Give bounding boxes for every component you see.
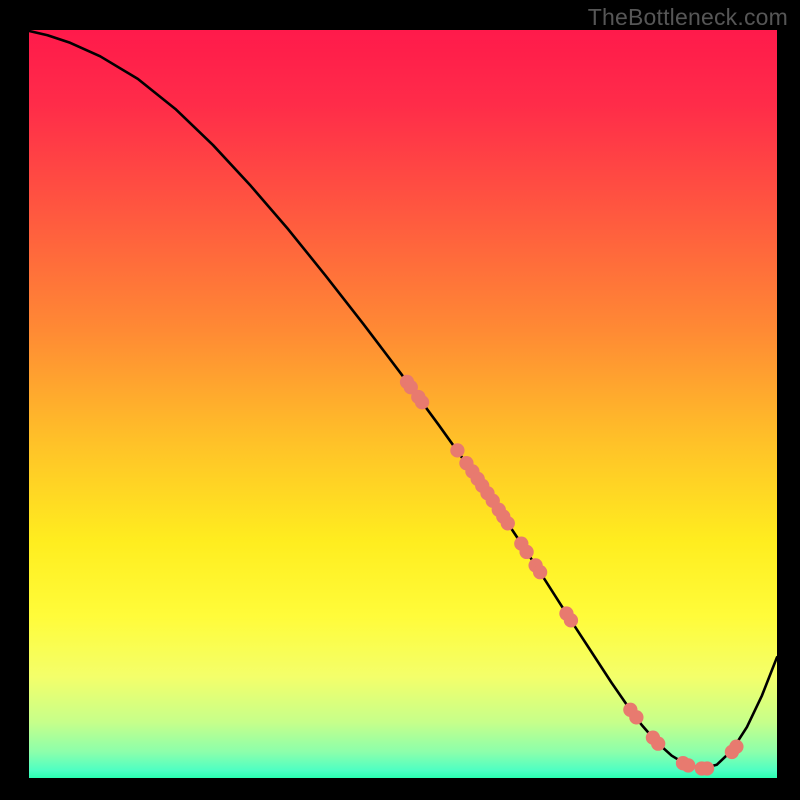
data-marker [651, 737, 665, 751]
data-marker [533, 565, 547, 579]
plot-area [25, 30, 777, 782]
data-marker [415, 395, 429, 409]
data-marker [681, 758, 695, 772]
data-marker [450, 443, 464, 457]
chart-container: TheBottleneck.com [0, 0, 800, 800]
data-marker [519, 545, 533, 559]
data-marker [700, 761, 714, 775]
data-markers [400, 375, 744, 776]
data-marker [501, 516, 515, 530]
plot-svg [25, 30, 777, 782]
data-marker [629, 710, 643, 724]
watermark-text: TheBottleneck.com [588, 4, 788, 31]
data-marker [729, 740, 743, 754]
bottleneck-curve [25, 30, 777, 768]
data-marker [564, 613, 578, 627]
